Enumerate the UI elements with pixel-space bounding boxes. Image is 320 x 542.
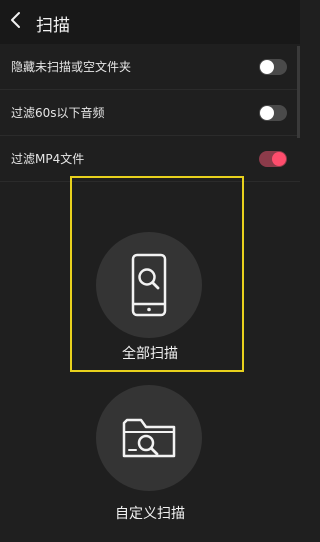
setting-row-filter-short-audio: 过滤60s以下音频 (0, 90, 300, 136)
scan-screen: 扫描 隐藏未扫描或空文件夹 过滤60s以下音频 过滤MP4文件 全部扫描 自定义… (0, 0, 300, 542)
full-scan-button[interactable] (96, 232, 202, 338)
toggle-knob (260, 60, 274, 74)
phone-search-icon (131, 253, 167, 317)
chevron-left-icon (11, 12, 20, 28)
setting-label: 过滤60s以下音频 (11, 106, 105, 120)
full-scan-label: 全部扫描 (122, 346, 178, 362)
settings-list: 隐藏未扫描或空文件夹 过滤60s以下音频 过滤MP4文件 (0, 44, 300, 182)
custom-scan-label: 自定义扫描 (115, 506, 185, 522)
scrollbar[interactable] (297, 46, 300, 138)
setting-row-hide-empty: 隐藏未扫描或空文件夹 (0, 44, 300, 90)
hide-empty-toggle[interactable] (259, 59, 287, 75)
filter-short-audio-toggle[interactable] (259, 105, 287, 121)
page-title: 扫描 (36, 16, 70, 36)
filter-mp4-toggle[interactable] (259, 151, 287, 167)
toggle-knob (272, 152, 286, 166)
back-button[interactable] (4, 6, 28, 34)
header-bar: 扫描 (0, 0, 300, 44)
setting-label: 隐藏未扫描或空文件夹 (11, 60, 132, 74)
setting-label: 过滤MP4文件 (11, 152, 85, 166)
folder-search-icon (122, 418, 176, 458)
custom-scan-button[interactable] (96, 385, 202, 491)
toggle-knob (260, 106, 274, 120)
